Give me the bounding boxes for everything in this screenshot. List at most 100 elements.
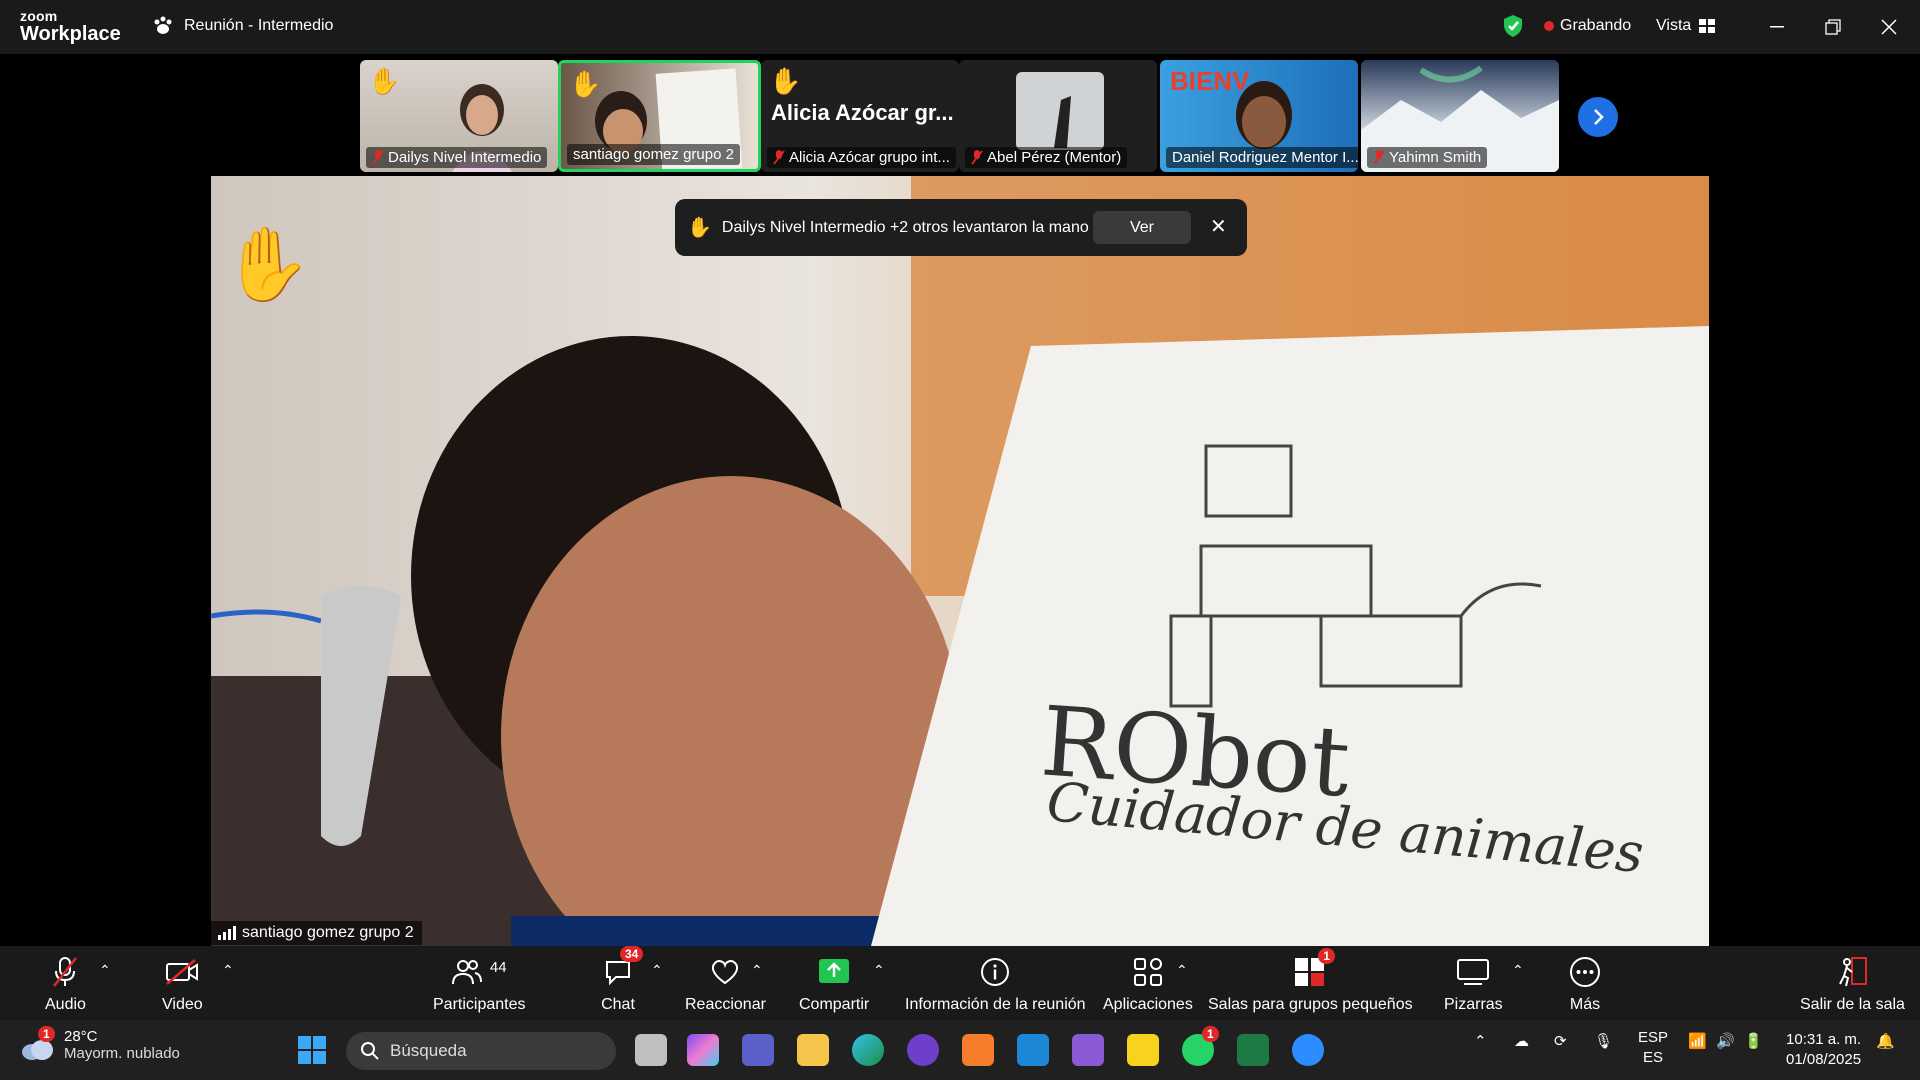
muted-mic-icon xyxy=(773,150,785,165)
whiteboards-button[interactable]: Pizarras xyxy=(1444,954,1503,1014)
participants-icon xyxy=(451,960,482,985)
participant-thumbnail-active[interactable]: ✋ santiago gomez grupo 2 xyxy=(558,60,761,172)
zoom-app-icon[interactable] xyxy=(1292,1034,1324,1066)
participant-name: Dailys Nivel Intermedio xyxy=(388,149,542,166)
wifi-icon[interactable]: 📶 xyxy=(1688,1032,1707,1050)
breakout-badge: 1 xyxy=(1318,948,1335,964)
microphone-muted-icon xyxy=(53,957,78,987)
meeting-title: Reunión - Intermedio xyxy=(184,17,334,34)
weather-description: Mayorm. nublado xyxy=(64,1045,180,1062)
restore-icon xyxy=(1825,19,1841,35)
share-label: Compartir xyxy=(799,996,870,1013)
minimize-button[interactable] xyxy=(1762,12,1792,42)
more-icon xyxy=(1570,957,1600,987)
more-button[interactable]: Más xyxy=(1565,954,1605,1014)
sticky-notes-icon[interactable] xyxy=(1127,1034,1159,1066)
video-label: Video xyxy=(162,996,203,1013)
github-desktop-icon[interactable] xyxy=(907,1034,939,1066)
participant-thumbnail[interactable]: ✋ Alicia Azócar gr... Alicia Azócar grup… xyxy=(761,60,959,172)
apps-icon xyxy=(1133,958,1162,986)
next-page-button[interactable] xyxy=(1578,97,1618,137)
taskbar-search[interactable]: Búsqueda xyxy=(346,1032,616,1070)
visual-studio-icon[interactable] xyxy=(1072,1034,1104,1066)
video-options-caret[interactable]: ⌃ xyxy=(222,962,234,979)
raised-hand-icon: ✋ xyxy=(769,66,802,96)
battery-icon[interactable]: 🔋 xyxy=(1744,1032,1763,1050)
notifications-bell-icon[interactable]: 🔔 xyxy=(1876,1032,1895,1050)
temperature: 28°C xyxy=(64,1028,98,1045)
participant-thumbnail[interactable]: Yahimn Smith xyxy=(1361,60,1559,172)
info-icon xyxy=(981,958,1010,986)
audio-button[interactable]: Audio xyxy=(45,954,86,1014)
raised-hand-icon-large: ✋ xyxy=(222,225,312,305)
participants-label: Participantes xyxy=(433,996,526,1013)
microphone-icon[interactable]: 🎙 xyxy=(1594,1032,1613,1050)
participants-button[interactable]: 44 Participantes xyxy=(433,954,526,1014)
windows-start-icon[interactable] xyxy=(296,1034,328,1066)
windows-taskbar: 1 28°C Mayorm. nublado Búsqueda 1 ⌃ ☁ ⟳ … xyxy=(0,1020,1920,1080)
recording-indicator[interactable]: Grabando xyxy=(1544,17,1631,35)
raised-hand-notification: ✋ Dailys Nivel Intermedio +2 otros levan… xyxy=(675,199,1247,256)
share-screen-button[interactable]: Compartir xyxy=(799,954,869,1014)
logo-line2: Workplace xyxy=(20,23,121,45)
vscode-icon[interactable] xyxy=(1017,1034,1049,1066)
breakout-label: Salas para grupos pequeños xyxy=(1208,996,1413,1013)
participant-big-name: Alicia Azócar gr... xyxy=(771,100,954,125)
share-options-caret[interactable]: ⌃ xyxy=(873,962,885,979)
show-hidden-icons-button[interactable]: ⌃ xyxy=(1474,1032,1487,1050)
audio-label: Audio xyxy=(45,996,86,1013)
close-window-button[interactable] xyxy=(1874,12,1904,42)
apps-options-caret[interactable]: ⌃ xyxy=(1176,962,1188,979)
search-placeholder: Búsqueda xyxy=(390,1041,467,1060)
record-dot-icon xyxy=(1544,21,1554,31)
whatsapp-icon[interactable]: 1 xyxy=(1182,1026,1219,1066)
audio-options-caret[interactable]: ⌃ xyxy=(99,962,111,979)
participant-thumbnail[interactable]: Abel Pérez (Mentor) xyxy=(959,60,1157,172)
volume-icon[interactable]: 🔊 xyxy=(1716,1032,1735,1050)
restore-button[interactable] xyxy=(1818,12,1848,42)
onedrive-icon[interactable]: ☁ xyxy=(1514,1032,1529,1050)
time: 10:31 a. m. xyxy=(1786,1031,1862,1048)
edge-browser-icon[interactable] xyxy=(852,1034,884,1066)
participants-count: 44 xyxy=(489,958,507,976)
grid-view-icon xyxy=(1699,19,1716,33)
sync-icon[interactable]: ⟳ xyxy=(1554,1032,1567,1050)
chat-button[interactable]: 34 Chat xyxy=(598,946,644,1014)
whiteboards-options-caret[interactable]: ⌃ xyxy=(1512,962,1524,979)
raised-hand-icon: ✋ xyxy=(687,217,712,239)
speaker-name: santiago gomez grupo 2 xyxy=(242,924,414,941)
leave-room-button[interactable]: Salir de la sala xyxy=(1800,954,1905,1014)
reactions-options-caret[interactable]: ⌃ xyxy=(751,962,763,979)
search-icon xyxy=(361,1042,379,1060)
whiteboards-label: Pizarras xyxy=(1444,996,1503,1013)
view-button[interactable]: Vista xyxy=(1656,17,1716,35)
chat-options-caret[interactable]: ⌃ xyxy=(651,962,663,979)
raised-hand-icon: ✋ xyxy=(569,69,602,99)
view-raised-hands-button[interactable]: Ver xyxy=(1093,211,1191,244)
breakout-rooms-button[interactable]: 1 Salas para grupos pequeños xyxy=(1208,948,1413,1014)
file-explorer-icon[interactable] xyxy=(797,1034,829,1066)
language-indicator[interactable]: ESP ES xyxy=(1638,1028,1668,1068)
xampp-icon[interactable] xyxy=(962,1034,994,1066)
more-label: Más xyxy=(1569,996,1601,1013)
meeting-toolbar: Audio ⌃ Video ⌃ 44 Participantes 34 Chat… xyxy=(0,946,1920,1020)
encryption-shield-icon[interactable] xyxy=(1502,14,1524,38)
meeting-info-button[interactable]: Información de la reunión xyxy=(905,954,1086,1014)
weather-widget[interactable]: 1 28°C Mayorm. nublado xyxy=(20,1026,180,1062)
minimize-icon xyxy=(1770,26,1784,28)
close-notification-button[interactable]: ✕ xyxy=(1210,214,1227,239)
chevron-right-icon xyxy=(1594,109,1604,125)
paw-icon xyxy=(154,16,172,34)
video-button[interactable]: Video xyxy=(162,954,203,1014)
excel-icon[interactable] xyxy=(1237,1034,1269,1066)
signal-bars-icon xyxy=(218,926,236,940)
copilot-icon[interactable] xyxy=(687,1034,719,1066)
task-view-icon[interactable] xyxy=(635,1034,667,1066)
teams-icon[interactable] xyxy=(742,1034,774,1066)
clock[interactable]: 10:31 a. m. 01/08/2025 xyxy=(1786,1030,1861,1070)
participant-thumbnail[interactable]: BIENV Daniel Rodriguez Mentor I... xyxy=(1160,60,1358,172)
raised-hand-icon: ✋ xyxy=(368,66,401,96)
muted-mic-icon xyxy=(372,150,384,165)
participant-thumbnail[interactable]: ✋ Dailys Nivel Intermedio xyxy=(360,60,558,172)
language-line1: ESP xyxy=(1638,1029,1669,1046)
